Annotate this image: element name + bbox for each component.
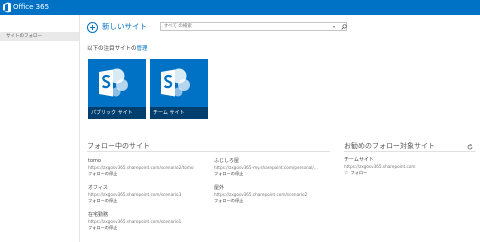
unfollow-link[interactable]: フォローの停止 [214, 171, 349, 177]
suggested-sites-heading: お勧めのフォロー対象サイト [344, 142, 435, 150]
followed-site-item: 屋外 https://zxgosv365.sharepoint.com/scen… [214, 185, 349, 204]
sharepoint-logo-icon [161, 68, 190, 97]
new-site-label: 新しいサイト [102, 22, 147, 31]
follow-label: フォロー [350, 170, 368, 175]
tile-caption: パブリック サイト [88, 107, 146, 119]
site-name-link[interactable]: オフィス [88, 185, 223, 192]
tile-public-site[interactable]: パブリック サイト [88, 59, 146, 119]
new-site-button[interactable]: 新しいサイト [87, 21, 147, 33]
suite-title[interactable]: Office 365 [13, 2, 49, 13]
follow-button[interactable]: ☆ フォロー [344, 170, 474, 176]
site-name-link[interactable]: 屋外 [214, 185, 349, 192]
search-scope-label: すべて の検索 [164, 24, 192, 29]
suggested-site-item: チームサイト https://zxgosv365.sharepoint.com … [344, 157, 474, 176]
tile-team-site[interactable]: チーム サイト [150, 59, 208, 119]
left-nav-item-label: サイトのフォロー [6, 34, 42, 39]
search-icon[interactable] [341, 24, 347, 30]
sharepoint-logo-icon [99, 68, 128, 97]
site-name-link[interactable]: ふじしろ屋 [214, 158, 349, 165]
suite-bar: Office 365 [0, 0, 480, 15]
office-logo-icon[interactable] [2, 2, 12, 13]
star-icon: ☆ [344, 170, 349, 176]
promoted-heading-text: 以下の注目サイトの [87, 46, 137, 52]
unfollow-link[interactable]: フォローの停止 [88, 198, 223, 204]
add-icon [87, 21, 98, 33]
site-name-link[interactable]: チームサイト [344, 157, 474, 164]
left-nav: サイトのフォロー [0, 15, 80, 242]
divider [87, 151, 330, 152]
tile-label: チーム サイト [153, 110, 185, 116]
site-name-link[interactable]: 在宅勤務 [88, 212, 223, 219]
unfollow-link[interactable]: フォローの停止 [88, 171, 223, 177]
divider [344, 151, 476, 152]
manage-promoted-link[interactable]: 管理 [137, 46, 148, 52]
unfollow-link[interactable]: フォローの停止 [214, 198, 349, 204]
left-nav-item-followed-sites[interactable]: サイトのフォロー [0, 32, 79, 41]
refresh-icon[interactable] [467, 144, 473, 150]
search-input[interactable]: すべて の検索 ▾ [160, 22, 347, 31]
followed-site-item: 在宅勤務 https://zxgosv365.sharepoint.com/sc… [88, 212, 223, 231]
chevron-down-icon[interactable]: ▾ [333, 23, 335, 31]
followed-site-item: ふじしろ屋 https://zxgosv365-my.sharepoint.co… [214, 158, 349, 177]
followed-site-item: tomo https://zxgosv365.sharepoint.com/sc… [88, 158, 223, 177]
tile-label: パブリック サイト [91, 110, 133, 116]
followed-site-item: オフィス https://zxgosv365.sharepoint.com/sc… [88, 185, 223, 204]
site-name-link[interactable]: tomo [88, 158, 223, 165]
followed-sites-heading: フォロー中のサイト [87, 142, 150, 150]
unfollow-link[interactable]: フォローの停止 [88, 225, 223, 231]
promoted-sites-heading: 以下の注目サイトの管理 [87, 45, 148, 53]
tile-caption: チーム サイト [150, 107, 208, 119]
